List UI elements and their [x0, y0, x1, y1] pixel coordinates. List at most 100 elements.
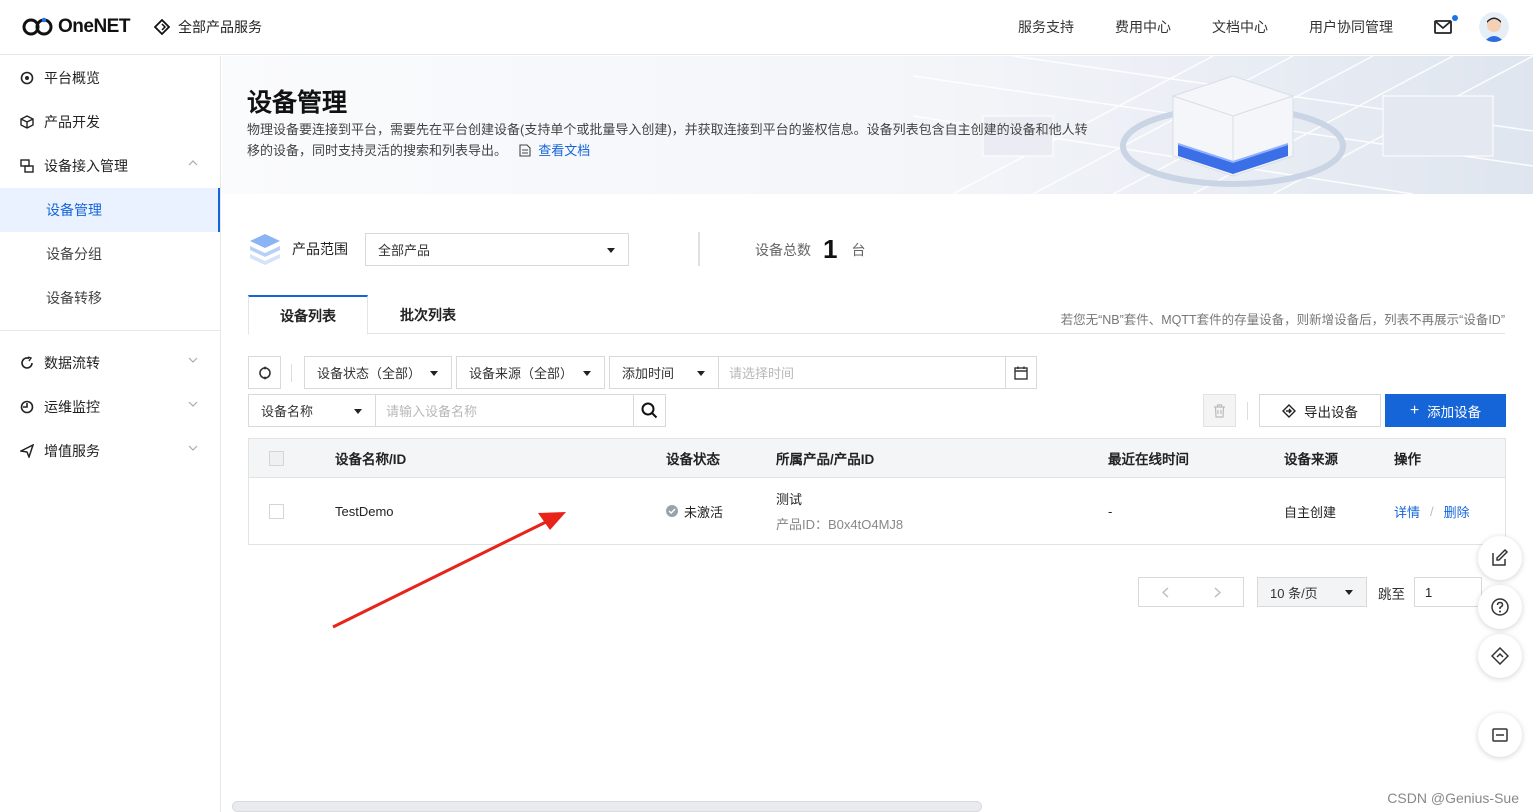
onenet-logo[interactable]: OneNET [22, 16, 154, 38]
status-check-icon [666, 505, 678, 517]
col-last-online: 最近在线时间 [1108, 452, 1189, 467]
nav-service-support[interactable]: 服务支持 [1018, 17, 1074, 37]
sidebar-item-ops-monitor[interactable]: 运维监控 [0, 385, 220, 429]
sidebar-divider [0, 330, 220, 331]
feedback-button[interactable] [1478, 536, 1522, 580]
trash-icon [1214, 403, 1225, 418]
sidebar-item-device-transfer[interactable]: 设备转移 [0, 276, 220, 320]
tab-batch-list[interactable]: 批次列表 [368, 295, 488, 334]
export-label: 导出设备 [1304, 404, 1358, 420]
description-text: 物理设备要连接到平台，需要先在平台创建设备(支持单个或批量导入创建)，并获取连接… [247, 122, 1088, 158]
caret-down-icon [607, 247, 615, 253]
plus-icon: + [1409, 401, 1420, 419]
jump-page-input[interactable]: 1 [1414, 577, 1482, 607]
select-all-checkbox[interactable] [269, 450, 284, 466]
delete-batch-button[interactable] [1203, 394, 1236, 427]
status-filter[interactable]: 设备状态（全部） [304, 356, 452, 389]
add-device-button[interactable]: + 添加设备 [1385, 394, 1506, 427]
collapse-button[interactable] [1478, 713, 1522, 757]
detail-link[interactable]: 详情 [1394, 502, 1420, 521]
page-description: 物理设备要连接到平台，需要先在平台创建设备(支持单个或批量导入创建)，并获取连接… [247, 119, 1097, 161]
device-total-value: 1 [823, 234, 838, 264]
refresh-button[interactable] [248, 356, 281, 389]
tab-device-list[interactable]: 设备列表 [248, 295, 368, 335]
main-content: 产品范围 全部产品 设备总数 1 台 设备列表 批次列表 若您无“NB”套件、M… [222, 194, 1533, 812]
product-scope: 产品范围 全部产品 [248, 232, 629, 266]
device-total-unit: 台 [851, 241, 866, 258]
last-online: - [1108, 503, 1113, 519]
chevron-up-icon [188, 160, 198, 166]
caret-down-icon [354, 409, 362, 414]
table-header: 设备名称/ID 设备状态 所属产品/产品ID 最近在线时间 设备来源 操作 [249, 439, 1505, 478]
col-device-source: 设备来源 [1284, 452, 1338, 467]
product-scope-label: 产品范围 [292, 241, 348, 257]
all-products-label: 全部产品服务 [178, 19, 262, 35]
nav-user-collab[interactable]: 用户协同管理 [1309, 17, 1393, 37]
sidebar-item-data-flow[interactable]: 数据流转 [0, 341, 220, 385]
export-devices-button[interactable]: 导出设备 [1259, 394, 1381, 427]
all-products-menu[interactable]: 全部产品服务 [154, 17, 262, 37]
device-status: 未激活 [666, 478, 723, 544]
device-total: 设备总数 1 台 [755, 234, 865, 265]
page-banner: 设备管理 物理设备要连接到平台，需要先在平台创建设备(支持单个或批量导入创建)，… [222, 56, 1533, 194]
time-field-select[interactable]: 添加时间 [609, 356, 719, 389]
search-icon [641, 402, 658, 419]
next-page-button[interactable] [1191, 578, 1243, 606]
list-tabs: 设备列表 批次列表 若您无“NB”套件、MQTT套件的存量设备，则新增设备后，列… [248, 295, 1505, 335]
search-field-select[interactable]: 设备名称 [248, 394, 376, 427]
sidebar-item-label: 设备接入管理 [44, 158, 128, 174]
source-filter[interactable]: 设备来源（全部） [456, 356, 605, 389]
mail-button[interactable] [1434, 15, 1458, 34]
monitor-icon [20, 400, 34, 414]
diamond-icon [154, 19, 170, 35]
sidebar-item-product-dev[interactable]: 产品开发 [0, 100, 220, 144]
user-avatar[interactable] [1479, 12, 1509, 42]
row-checkbox[interactable] [269, 503, 284, 519]
question-icon [1491, 598, 1509, 616]
page-size-select[interactable]: 10 条/页 [1257, 577, 1367, 607]
row-select-cell [269, 478, 284, 544]
time-range-placeholder: 请选择时间 [729, 366, 795, 381]
add-device-label: 添加设备 [1427, 404, 1482, 420]
col-actions: 操作 [1394, 452, 1421, 467]
chevron-right-icon [1214, 587, 1221, 597]
sidebar-item-label: 平台概览 [44, 70, 100, 86]
send-icon [20, 444, 34, 458]
search-field-value: 设备名称 [261, 404, 314, 419]
status-filter-value: 设备状态（全部） [317, 366, 422, 381]
table-row: TestDemo 未激活 测试 产品ID：B0x4tO4MJ8 - 自主创建 详… [249, 478, 1505, 544]
device-access-icon [20, 159, 34, 173]
chevron-left-icon [1161, 587, 1168, 597]
scope-divider [698, 232, 700, 266]
caret-down-icon [583, 371, 591, 376]
col-device-status: 设备状态 [666, 452, 720, 467]
jump-page-value: 1 [1425, 584, 1433, 600]
prev-page-button[interactable] [1139, 578, 1191, 606]
sidebar-item-device-manage[interactable]: 设备管理 [0, 188, 220, 232]
mail-icon [1434, 20, 1452, 34]
help-button[interactable] [1478, 585, 1522, 629]
sidebar-item-overview[interactable]: 平台概览 [0, 56, 220, 100]
scroll-top-button[interactable] [1478, 634, 1522, 678]
minimize-icon [1492, 728, 1508, 742]
search-placeholder: 请输入设备名称 [386, 404, 478, 419]
sidebar-item-device-access[interactable]: 设备接入管理 [0, 144, 220, 188]
time-range-input[interactable]: 请选择时间 [718, 356, 1037, 389]
caret-down-icon [1345, 590, 1353, 595]
delete-link[interactable]: 删除 [1444, 502, 1470, 521]
view-docs-link[interactable]: 查看文档 [538, 143, 590, 158]
sidebar-item-device-group[interactable]: 设备分组 [0, 232, 220, 276]
sidebar-item-label: 数据流转 [44, 355, 100, 371]
avatar-icon [1479, 12, 1509, 42]
product-scope-select[interactable]: 全部产品 [365, 232, 629, 266]
sidebar-item-value-added[interactable]: 增值服务 [0, 429, 220, 473]
nav-docs-center[interactable]: 文档中心 [1212, 17, 1268, 37]
calendar-icon[interactable] [1014, 366, 1028, 380]
sidebar: 平台概览 产品开发 设备接入管理 设备管理 设备分组 设备转移 数据流转 运维监… [0, 56, 221, 812]
search-button[interactable] [633, 394, 666, 427]
chevron-down-icon [188, 445, 198, 451]
horizontal-scrollbar[interactable] [232, 801, 982, 812]
chevron-down-icon [188, 401, 198, 407]
nav-billing-center[interactable]: 费用中心 [1115, 17, 1171, 37]
device-name-search-input[interactable]: 请输入设备名称 [375, 394, 634, 427]
